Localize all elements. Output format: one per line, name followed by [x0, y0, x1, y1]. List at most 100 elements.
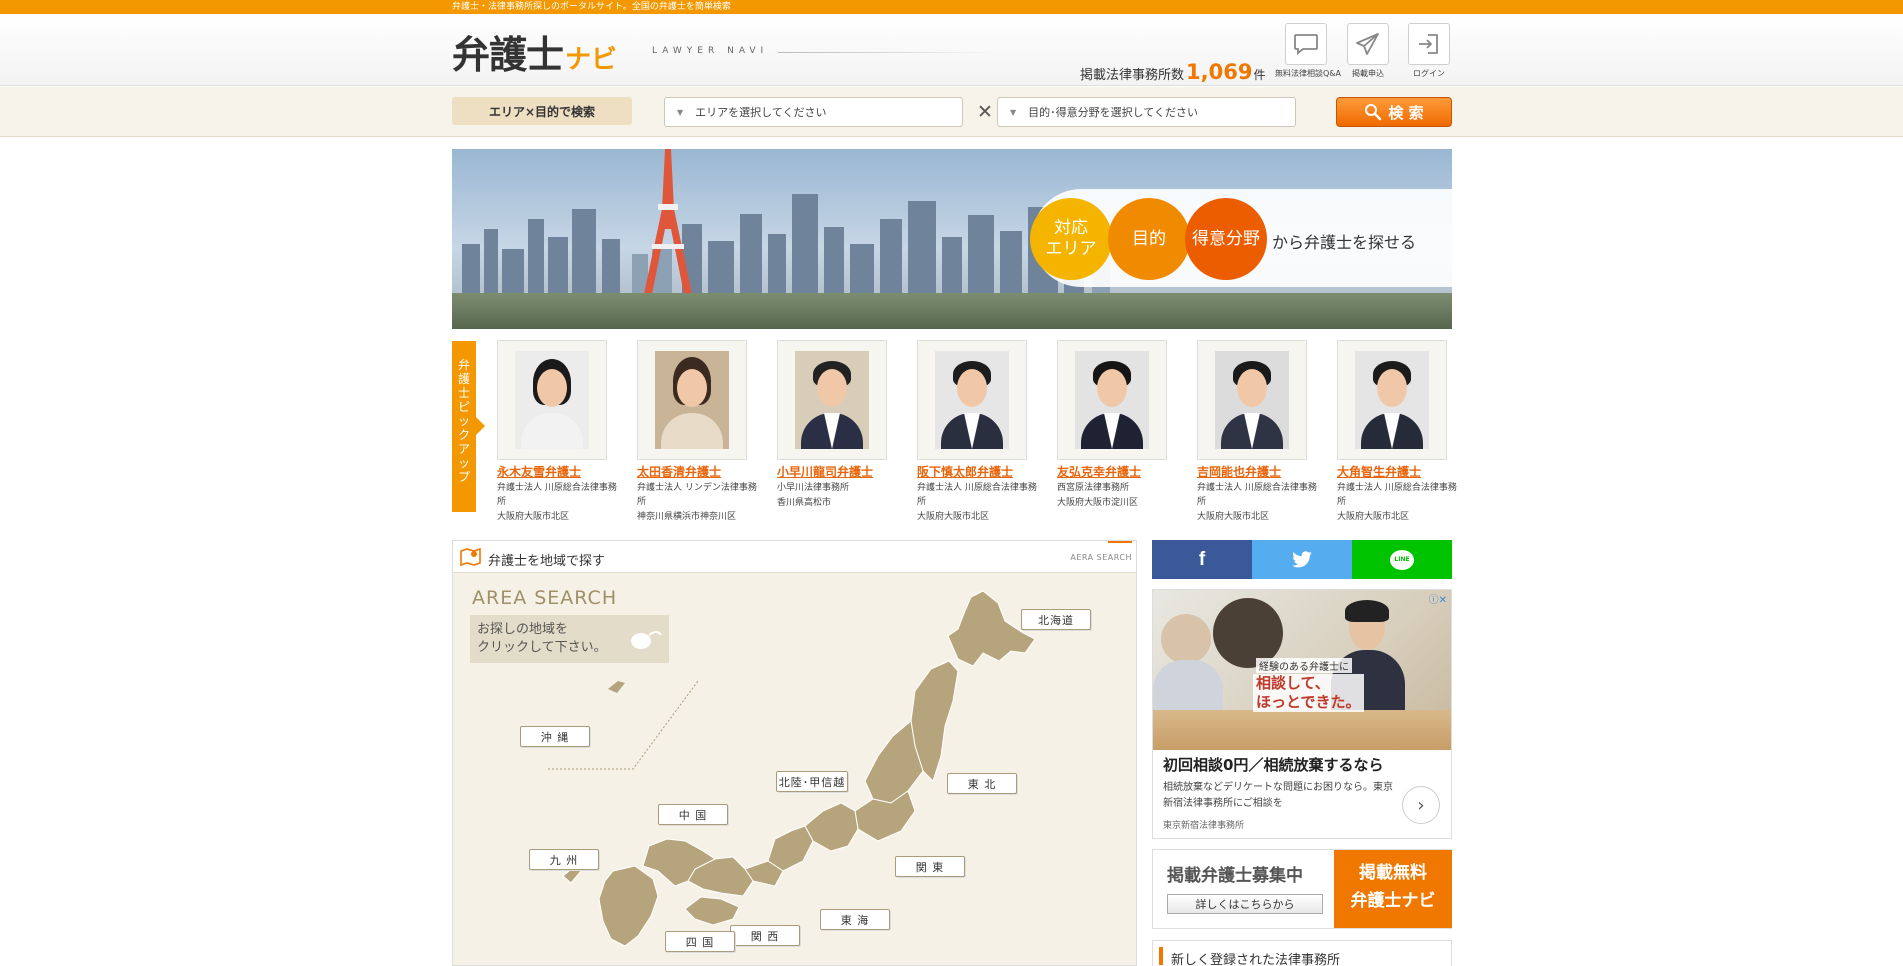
lawyer-card[interactable]: 大角智生弁護士 弁護士法人 川原総合法律事務所 大阪府大阪市北区 — [1337, 340, 1461, 524]
clear-icon[interactable]: ✕ — [975, 97, 995, 127]
lawyer-location: 大阪府大阪市北区 — [1337, 512, 1410, 522]
lawyer-photo-frame — [917, 340, 1027, 460]
area-search-panel: 弁護士を地域で探す AERA SEARCH AREA SEARCH お探しの地域… — [452, 540, 1137, 966]
count-value: 1,069 — [1186, 60, 1253, 84]
lawyer-firm: 西宮原法律事務所 — [1057, 483, 1130, 493]
logo-divider — [778, 52, 998, 53]
region-shikoku-button[interactable]: 四 国 — [665, 931, 735, 952]
search-icon — [1365, 104, 1382, 121]
ad-banner[interactable]: ⓘ✕ 経験のある弁護士に 相談して、 ほっとできた。 初回相談0円／相続放棄する… — [1152, 589, 1452, 839]
ad-choices-icon[interactable]: ⓘ✕ — [1429, 591, 1447, 606]
area-select-placeholder: エリアを選択してください — [695, 106, 827, 119]
lawyer-location: 神奈川県横浜市神奈川区 — [637, 512, 737, 522]
region-kyushu-button[interactable]: 九 州 — [529, 849, 599, 870]
logo-main-text: 弁護士 — [452, 32, 564, 77]
twitter-icon — [1292, 550, 1312, 567]
send-icon — [1347, 23, 1389, 65]
lawyer-firm: 小早川法律事務所 — [777, 483, 850, 493]
lawyer-photo-frame — [497, 340, 607, 460]
hero-circle-area: 対応 エリア — [1030, 198, 1112, 280]
facebook-icon: f — [1198, 548, 1206, 570]
area-select[interactable]: ▼ エリアを選択してください — [664, 97, 963, 127]
facebook-share-button[interactable]: f — [1152, 540, 1252, 579]
region-hokkaido-button[interactable]: 北海道 — [1021, 609, 1091, 630]
lawyer-name-link[interactable]: 吉岡能也弁護士 — [1197, 463, 1321, 480]
lawyer-location: 大阪府大阪市北区 — [917, 512, 990, 522]
listing-apply-link[interactable]: 掲載申込 — [1337, 23, 1399, 79]
lawyer-name-link[interactable]: 太田香清弁護士 — [637, 463, 761, 480]
lawyer-name-link[interactable]: 永木友雪弁護士 — [497, 463, 621, 480]
chevron-right-icon[interactable]: › — [1402, 786, 1440, 824]
lawyer-location: 香川県高松市 — [777, 498, 832, 508]
hero-circle-purpose: 目的 — [1108, 198, 1190, 280]
top-bar: 弁護士・法律事務所探しのポータルサイト。全国の弁護士を簡単検索 — [0, 0, 1903, 14]
ad-title[interactable]: 初回相談0円／相続放棄するなら — [1163, 754, 1383, 775]
japan-map[interactable] — [453, 541, 1137, 966]
lawyer-name-link[interactable]: 小早川龍司弁護士 — [777, 463, 901, 480]
new-offices-title: 新しく登録された法律事務所 — [1171, 953, 1341, 966]
ad-source: 東京新宿法律事務所 — [1163, 821, 1245, 831]
hero-circle-purpose-label: 目的 — [1132, 228, 1166, 249]
region-tohoku-button[interactable]: 東 北 — [947, 773, 1017, 794]
hero-circle-area-label: 対応 エリア — [1045, 218, 1097, 259]
lawyer-firm: 弁護士法人 川原総合法律事務所 — [497, 483, 617, 507]
lawyer-card[interactable]: 友弘克幸弁護士 西宮原法律事務所 大阪府大阪市淀川区 — [1057, 340, 1181, 510]
region-kansai-button[interactable]: 関 西 — [730, 925, 800, 946]
lawyer-location: 大阪府大阪市淀川区 — [1057, 498, 1139, 508]
count-label: 掲載法律事務所数 — [1080, 68, 1185, 83]
logo-sub-text: ナビ — [565, 45, 618, 75]
hero-tail-text: から弁護士を探せる — [1272, 233, 1417, 252]
lawyer-card[interactable]: 小早川龍司弁護士 小早川法律事務所 香川県高松市 — [777, 340, 901, 510]
lawyer-photo — [515, 351, 589, 449]
line-icon-text: LINE — [1394, 556, 1410, 563]
region-okinawa-button[interactable]: 沖 縄 — [520, 726, 590, 747]
qa-link[interactable]: 無料法律相談Q&A — [1275, 23, 1342, 79]
qa-label: 無料法律相談Q&A — [1275, 69, 1342, 78]
region-hokuriku-button[interactable]: 北陸･甲信越 — [776, 771, 848, 792]
recruit-badge: 掲載無料 弁護士ナビ — [1334, 850, 1452, 928]
new-offices-section: 新しく登録された法律事務所 — [1152, 940, 1452, 966]
twitter-share-button[interactable] — [1252, 540, 1352, 579]
lawyer-name-link[interactable]: 阪下慎太郎弁護士 — [917, 463, 1041, 480]
lawyer-card[interactable]: 吉岡能也弁護士 弁護士法人 川原総合法律事務所 大阪府大阪市北区 — [1197, 340, 1321, 524]
hero-banner[interactable]: 対応 エリア 目的 得意分野 から弁護士を探せる — [452, 149, 1452, 329]
login-link[interactable]: ログイン — [1398, 23, 1460, 79]
line-icon: LINE — [1390, 549, 1414, 570]
lawyer-location: 大阪府大阪市北区 — [1197, 512, 1270, 522]
recruit-title: 掲載弁護士募集中 — [1167, 866, 1303, 886]
lawyer-photo-frame — [637, 340, 747, 460]
lawyer-card[interactable]: 太田香清弁護士 弁護士法人 リンデン法律事務所 神奈川県横浜市神奈川区 — [637, 340, 761, 524]
count-unit: 件 — [1253, 68, 1266, 82]
recruit-details-button[interactable]: 詳しくはこちらから — [1167, 894, 1323, 914]
dropdown-arrow-icon: ▼ — [1010, 107, 1017, 117]
lawyer-firm: 弁護士法人 川原総合法律事務所 — [917, 483, 1037, 507]
ad-badge-large: 相談して、 ほっとできた。 — [1253, 674, 1364, 712]
recruit-badge-line1: 掲載無料 — [1359, 863, 1427, 883]
site-logo[interactable]: 弁護士 ナビ — [452, 24, 617, 79]
lawyer-photo-frame — [1057, 340, 1167, 460]
pickup-tab-label: 弁護士ピックアップ — [458, 358, 471, 484]
login-label: ログイン — [1413, 69, 1445, 78]
ad-badge-small: 経験のある弁護士に — [1256, 658, 1352, 673]
purpose-select[interactable]: ▼ 目的･得意分野を選択してください — [997, 97, 1296, 127]
region-tokai-button[interactable]: 東 海 — [820, 909, 890, 930]
login-icon — [1408, 23, 1450, 65]
search-button-label: 検 索 — [1388, 103, 1424, 122]
lawyer-card[interactable]: 阪下慎太郎弁護士 弁護士法人 川原総合法律事務所 大阪府大阪市北区 — [917, 340, 1041, 524]
lawyer-card[interactable]: 永木友雪弁護士 弁護士法人 川原総合法律事務所 大阪府大阪市北区 — [497, 340, 621, 524]
lawyer-photo — [1215, 351, 1289, 449]
recruit-banner[interactable]: 掲載弁護士募集中 詳しくはこちらから 掲載無料 弁護士ナビ — [1152, 849, 1452, 929]
region-chugoku-button[interactable]: 中 国 — [658, 804, 728, 825]
search-mode-tag: エリア×目的で検索 — [452, 97, 632, 125]
header: 弁護士 ナビ LAWYER NAVI 掲載法律事務所数 1,069 件 無料法律… — [0, 14, 1903, 86]
lawyer-name-link[interactable]: 大角智生弁護士 — [1337, 463, 1461, 480]
line-share-button[interactable]: LINE — [1352, 540, 1452, 579]
lawyer-name-link[interactable]: 友弘克幸弁護士 — [1057, 463, 1181, 480]
hero-circle-specialty-label: 得意分野 — [1192, 228, 1260, 249]
search-button[interactable]: 検 索 — [1336, 97, 1452, 127]
logo-en-text: LAWYER NAVI — [652, 46, 769, 56]
listing-count: 掲載法律事務所数 1,069 件 — [1080, 60, 1265, 84]
lawyer-photo — [795, 351, 869, 449]
region-kanto-button[interactable]: 関 東 — [895, 856, 965, 877]
lawyer-photo — [1355, 351, 1429, 449]
